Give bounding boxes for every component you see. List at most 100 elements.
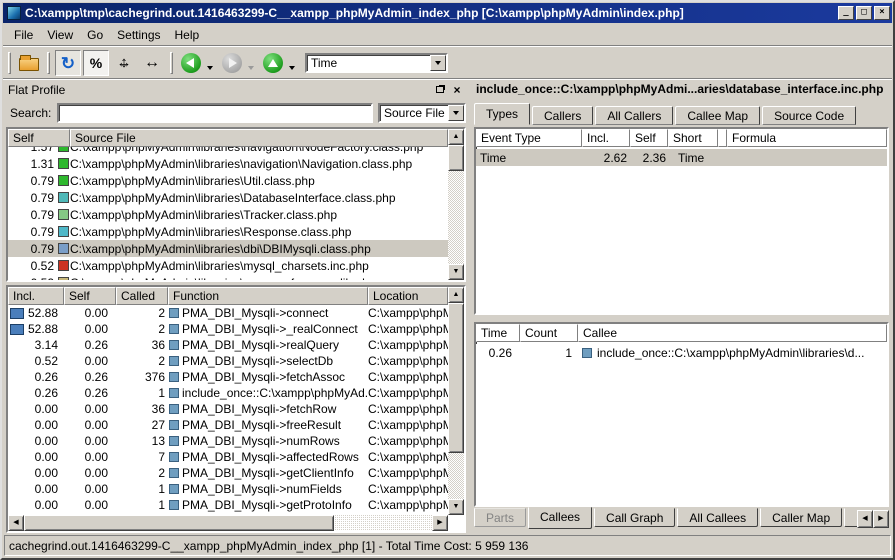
- dock-close-button[interactable]: ×: [450, 83, 464, 96]
- function-called: 7: [116, 450, 168, 464]
- menu-view[interactable]: View: [40, 26, 80, 44]
- column-header-function[interactable]: Function: [168, 287, 368, 305]
- scrollbar-thumb[interactable]: [448, 303, 464, 453]
- column-header-incl[interactable]: Incl.: [582, 129, 630, 147]
- chevron-down-icon[interactable]: [430, 55, 446, 71]
- function-row[interactable]: 0.26 0.26 1 include_once::C:\xampp\phpMy…: [8, 385, 448, 401]
- column-header-time[interactable]: Time: [476, 324, 520, 342]
- column-header-incl[interactable]: Incl.: [8, 287, 64, 305]
- reload-button[interactable]: ↻: [55, 50, 81, 76]
- source-file-row[interactable]: 0.79 C:\xampp\phpMyAdmin\libraries\Respo…: [8, 223, 448, 240]
- toolbar-handle[interactable]: [47, 52, 50, 74]
- event-type-row[interactable]: Time 2.62 2.36 Time: [476, 149, 887, 166]
- column-header-self[interactable]: Self: [630, 129, 668, 147]
- menu-help[interactable]: Help: [168, 26, 207, 44]
- bottom-tabs: Parts Callees Call Graph All Callees Cal…: [474, 507, 889, 531]
- column-header-self[interactable]: Self: [8, 129, 70, 147]
- back-button[interactable]: [178, 50, 204, 76]
- toolbar-handle[interactable]: [8, 52, 11, 74]
- function-row[interactable]: 0.00 0.00 13 PMA_DBI_Mysqli->numRows C:\…: [8, 433, 448, 449]
- tab-scroll-left-button[interactable]: ◀: [857, 510, 873, 528]
- source-file-row[interactable]: 1.31 C:\xampp\phpMyAdmin\libraries\navig…: [8, 155, 448, 172]
- tab-source-code[interactable]: Source Code: [762, 106, 856, 125]
- toolbar-handle[interactable]: [170, 52, 173, 74]
- tab-parts[interactable]: Parts: [474, 508, 526, 527]
- column-header-called[interactable]: Called: [116, 287, 168, 305]
- scroll-left-button[interactable]: ◀: [8, 515, 24, 531]
- function-row[interactable]: 0.00 0.00 7 PMA_DBI_Mysqli->affectedRows…: [8, 449, 448, 465]
- function-row[interactable]: 52.88 0.00 2 PMA_DBI_Mysqli->connect C:\…: [8, 305, 448, 321]
- function-row[interactable]: 0.00 0.00 1 PMA_DBI_Mysqli->getProtoInfo…: [8, 497, 448, 513]
- tab-caller-map[interactable]: Caller Map: [760, 508, 842, 527]
- column-header-self[interactable]: Self: [64, 287, 116, 305]
- function-incl: 0.00: [8, 418, 64, 432]
- tab-all-callees[interactable]: All Callees: [677, 508, 758, 527]
- event-type-select[interactable]: Time: [305, 53, 448, 73]
- function-row[interactable]: 0.00 0.00 27 PMA_DBI_Mysqli->freeResult …: [8, 417, 448, 433]
- function-row[interactable]: 0.26 0.26 376 PMA_DBI_Mysqli->fetchAssoc…: [8, 369, 448, 385]
- tab-callees[interactable]: Callees: [528, 507, 592, 529]
- function-table-vscrollbar[interactable]: ▲ ▼: [448, 287, 464, 515]
- scrollbar-thumb[interactable]: [448, 145, 464, 171]
- tab-types[interactable]: Types: [474, 103, 530, 125]
- function-table-hscrollbar[interactable]: ◀ ▶: [8, 515, 448, 531]
- source-file-row[interactable]: 1.57 C:\xampp\phpMyAdmin\libraries\navig…: [8, 147, 448, 155]
- source-file-row[interactable]: 0.79 C:\xampp\phpMyAdmin\libraries\dbi\D…: [8, 240, 448, 257]
- tab-scroll-right-button[interactable]: ▶: [873, 510, 889, 528]
- forward-button[interactable]: [219, 50, 245, 76]
- scroll-up-button[interactable]: ▲: [448, 287, 464, 303]
- column-header-event-type[interactable]: Event Type: [476, 129, 582, 147]
- menu-file[interactable]: File: [7, 26, 40, 44]
- function-incl: 0.00: [8, 498, 64, 512]
- source-file-row[interactable]: 0.52 C:\xampp\phpMyAdmin\libraries\mysql…: [8, 257, 448, 274]
- tab-callee-map[interactable]: Callee Map: [675, 106, 760, 125]
- source-file-row[interactable]: 0.52 C:\xampp\phpMyAdmin\libraries\user_…: [8, 274, 448, 280]
- column-header-short[interactable]: Short: [668, 129, 718, 147]
- function-row[interactable]: 52.88 0.00 2 PMA_DBI_Mysqli->_realConnec…: [8, 321, 448, 337]
- scroll-up-button[interactable]: ▲: [448, 129, 464, 145]
- menu-go[interactable]: Go: [80, 26, 110, 44]
- expand-collapse-button[interactable]: ↔: [139, 50, 165, 76]
- menu-settings[interactable]: Settings: [110, 26, 167, 44]
- tab-all-callers[interactable]: All Callers: [595, 106, 673, 125]
- column-header-formula[interactable]: Formula: [727, 129, 887, 147]
- scroll-down-button[interactable]: ▼: [448, 499, 464, 515]
- tab-call-graph[interactable]: Call Graph: [594, 508, 675, 527]
- column-header-location[interactable]: Location: [368, 287, 448, 305]
- minimize-button[interactable]: _: [838, 6, 854, 20]
- search-input[interactable]: [57, 103, 373, 123]
- percent-toggle-button[interactable]: %: [83, 50, 109, 76]
- grouping-select[interactable]: Source File: [378, 103, 466, 123]
- forward-dropdown-caret[interactable]: [248, 66, 254, 70]
- up-dropdown-caret[interactable]: [289, 66, 295, 70]
- close-button[interactable]: ×: [874, 6, 890, 20]
- maximize-button[interactable]: □: [856, 6, 872, 20]
- function-row[interactable]: 0.00 0.00 1 PMA_DBI_Mysqli->numFields C:…: [8, 481, 448, 497]
- chevron-down-icon[interactable]: [448, 105, 464, 121]
- dock-float-button[interactable]: [433, 83, 447, 96]
- function-name-cell: PMA_DBI_Mysqli->getProtoInfo: [168, 498, 368, 512]
- scrollbar-thumb[interactable]: [24, 515, 334, 531]
- column-header-callee[interactable]: Callee: [578, 324, 887, 342]
- function-row[interactable]: 3.14 0.26 36 PMA_DBI_Mysqli->realQuery C…: [8, 337, 448, 353]
- column-header-count[interactable]: Count: [520, 324, 578, 342]
- function-row[interactable]: 0.52 0.00 2 PMA_DBI_Mysqli->selectDb C:\…: [8, 353, 448, 369]
- callee-row[interactable]: 0.26 1 include_once::C:\xampp\phpMyAdmin…: [476, 344, 887, 361]
- source-file-row[interactable]: 0.79 C:\xampp\phpMyAdmin\libraries\Util.…: [8, 172, 448, 189]
- function-row[interactable]: 0.00 0.00 2 PMA_DBI_Mysqli->getClientInf…: [8, 465, 448, 481]
- source-file-row[interactable]: 0.79 C:\xampp\phpMyAdmin\libraries\Track…: [8, 206, 448, 223]
- scroll-right-button[interactable]: ▶: [432, 515, 448, 531]
- function-row[interactable]: 0.00 0.00 36 PMA_DBI_Mysqli->fetchRow C:…: [8, 401, 448, 417]
- up-button[interactable]: [260, 50, 286, 76]
- tab-callers[interactable]: Callers: [532, 106, 593, 125]
- callee-name: include_once::C:\xampp\phpMyAdmin\librar…: [597, 346, 864, 360]
- source-list-vscrollbar[interactable]: ▲ ▼: [448, 129, 464, 280]
- scroll-down-button[interactable]: ▼: [448, 264, 464, 280]
- source-file-row[interactable]: 0.79 C:\xampp\phpMyAdmin\libraries\Datab…: [8, 189, 448, 206]
- source-self-value: 1.31: [8, 157, 58, 171]
- column-header-source-file[interactable]: Source File: [70, 129, 448, 147]
- open-file-button[interactable]: [16, 50, 42, 76]
- dock-move-button[interactable]: ↔↕: [111, 50, 137, 76]
- function-self: 0.26: [64, 370, 116, 384]
- back-dropdown-caret[interactable]: [207, 66, 213, 70]
